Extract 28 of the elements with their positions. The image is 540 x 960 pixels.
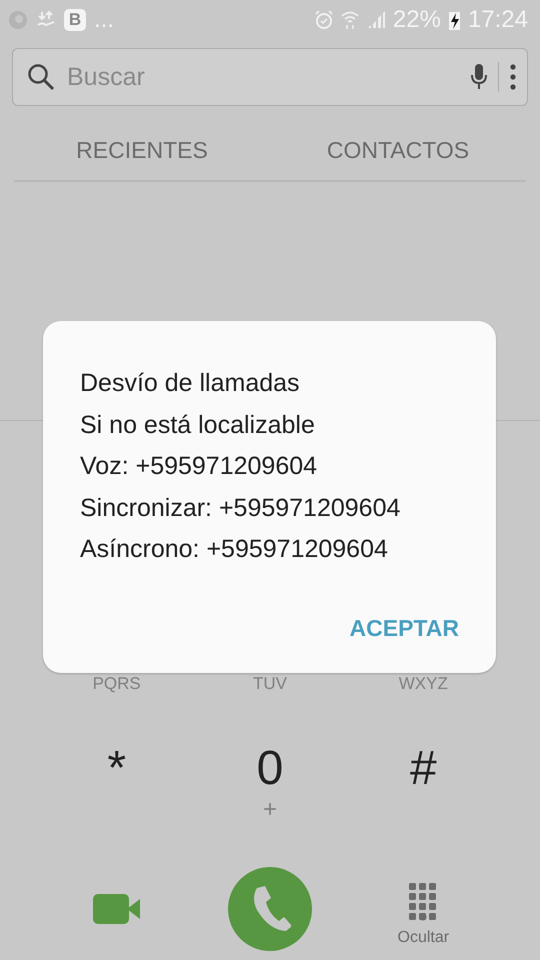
microphone-icon[interactable]	[470, 63, 488, 91]
wifi-icon	[340, 10, 359, 30]
more-options-icon[interactable]	[509, 64, 517, 90]
dialog-text-line: Sincronizar: +595971209604	[80, 492, 402, 524]
key-letters: TUV	[252, 673, 287, 695]
key-plus: +	[262, 797, 277, 823]
more-notifications: ...	[94, 8, 114, 32]
signal-icon	[366, 11, 385, 29]
search-field[interactable]: Buscar	[65, 62, 460, 92]
app-badge-icon: B	[64, 9, 86, 31]
tab[interactable]: RECIENTES	[14, 120, 270, 180]
key-letters: WXYZ	[398, 673, 448, 695]
hide-keypad-button[interactable]: Ocultar	[398, 883, 450, 947]
keypad-icon	[409, 883, 438, 921]
tab[interactable]: CONTACTOS	[270, 120, 526, 180]
search-icon	[27, 63, 55, 91]
dialog-text-line: Voz: +595971209604	[80, 451, 318, 482]
dialog-text-line: Asíncrono: +595971209604	[80, 534, 389, 565]
alarm-icon	[314, 10, 333, 30]
accept-button[interactable]: ACEPTAR	[342, 610, 467, 646]
dialog-text-line: Desvío de llamadas	[80, 368, 301, 399]
dialog-text-line: Si no está localizable	[80, 410, 316, 440]
key-digit[interactable]: *	[107, 741, 126, 797]
search-bar[interactable]: Buscar	[12, 48, 528, 106]
battery-charging-icon	[448, 10, 460, 30]
key-digit[interactable]: #	[410, 741, 437, 797]
key-letters: PQRS	[92, 673, 141, 695]
key-digit[interactable]: 0	[256, 741, 284, 797]
